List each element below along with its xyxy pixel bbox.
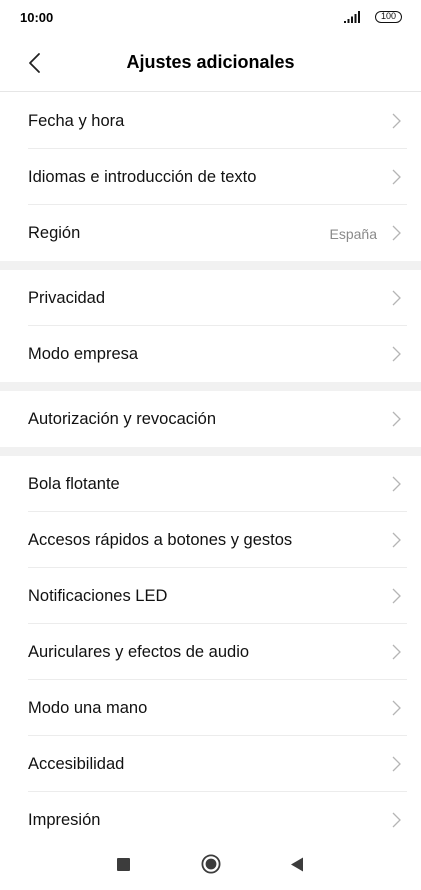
chevron-right-icon [392,700,401,716]
chevron-right-icon [392,812,401,828]
settings-list: Fecha y hora Idiomas e introducción de t… [0,93,421,848]
settings-item-region[interactable]: Región España [0,205,421,261]
app-header: Ajustes adicionales [0,36,421,92]
system-nav-bar [0,840,421,890]
settings-item-label: Auriculares y efectos de audio [28,643,250,661]
settings-item-floating-ball[interactable]: Bola flotante [0,456,421,512]
battery-level: 100 [380,11,397,21]
settings-item-accessibility[interactable]: Accesibilidad [0,736,421,792]
settings-item-button-shortcuts[interactable]: Accesos rápidos a botones y gestos [0,512,421,568]
section-gap [0,261,421,270]
settings-item-label: Impresión [28,811,101,829]
settings-item-headphones-audio[interactable]: Auriculares y efectos de audio [0,624,421,680]
chevron-right-icon [392,476,401,492]
settings-item-label: Modo una mano [28,699,148,717]
home-button[interactable] [201,854,221,874]
settings-item-label: Bola flotante [28,475,120,493]
settings-item-label: Autorización y revocación [28,410,217,428]
settings-item-enterprise-mode[interactable]: Modo empresa [0,326,421,382]
settings-item-label: Fecha y hora [28,112,125,130]
signal-icon [344,11,360,23]
section-gap [0,382,421,391]
chevron-right-icon [392,169,401,185]
page-title: Ajustes adicionales [126,52,295,72]
settings-group: Privacidad Modo empresa [0,270,421,382]
settings-item-label: Idiomas e introducción de texto [28,168,257,186]
chevron-right-icon [392,411,401,427]
chevron-right-icon [392,113,401,129]
settings-item-label: Accesos rápidos a botones y gestos [28,531,293,549]
settings-item-date-time[interactable]: Fecha y hora [0,93,421,149]
settings-item-languages-input[interactable]: Idiomas e introducción de texto [0,149,421,205]
settings-group: Bola flotante Accesos rápidos a botones … [0,456,421,848]
battery-icon: 100 [375,11,402,23]
settings-item-authorization[interactable]: Autorización y revocación [0,391,421,447]
settings-item-label: Notificaciones LED [28,587,168,605]
chevron-right-icon [392,346,401,362]
chevron-right-icon [392,225,401,241]
settings-item-led-notifications[interactable]: Notificaciones LED [0,568,421,624]
recents-button[interactable] [117,858,130,871]
settings-item-label: Privacidad [28,289,106,307]
settings-item-label: Modo empresa [28,345,139,363]
section-gap [0,447,421,456]
settings-item-label: Región [28,224,81,242]
chevron-right-icon [392,756,401,772]
settings-item-value: España [329,226,377,242]
settings-item-privacy[interactable]: Privacidad [0,270,421,326]
chevron-right-icon [392,588,401,604]
chevron-right-icon [392,644,401,660]
nav-back-button[interactable] [290,857,304,872]
settings-item-label: Accesibilidad [28,755,125,773]
settings-group: Fecha y hora Idiomas e introducción de t… [0,93,421,261]
settings-item-one-hand-mode[interactable]: Modo una mano [0,680,421,736]
chevron-right-icon [392,290,401,306]
status-time: 10:00 [20,10,54,25]
status-bar: 10:00 100 [0,0,421,36]
settings-group: Autorización y revocación [0,391,421,447]
chevron-right-icon [392,532,401,548]
